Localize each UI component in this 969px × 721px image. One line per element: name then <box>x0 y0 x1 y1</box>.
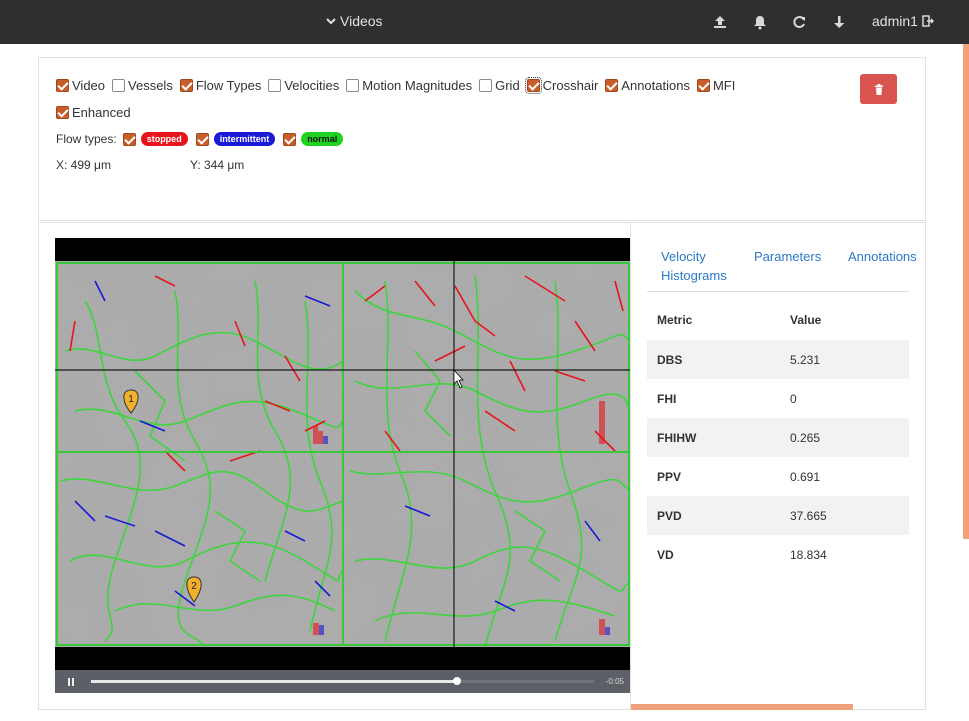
checkbox-box <box>696 79 710 92</box>
metrics-table: Metric Value DBS 5.231 FHI 0 FHIHW 0.265 PP… <box>647 300 909 574</box>
seek-bar[interactable] <box>91 677 594 685</box>
normal-checkbox[interactable] <box>283 132 297 146</box>
metric-value: 37.665 <box>780 496 909 535</box>
vessel-overlay: 1 2 <box>55 261 631 647</box>
checkbox-label: Flow Types <box>195 78 262 93</box>
metrics-panel: Velocity Histograms Parameters Annotatio… <box>630 222 926 710</box>
checkbox-box <box>605 79 619 92</box>
enhanced-checkbox[interactable]: Enhanced <box>56 105 131 120</box>
video-checkbox[interactable]: Video <box>56 78 105 93</box>
refresh-icon[interactable] <box>791 14 807 30</box>
table-row: PPV 0.691 <box>647 457 909 496</box>
user-menu[interactable]: admin1 <box>872 13 934 29</box>
videos-menu-label: Videos <box>340 13 383 29</box>
crosshair-checkbox[interactable]: Crosshair <box>524 77 599 94</box>
checkbox-box <box>179 79 193 92</box>
horizontal-scrollbar[interactable] <box>631 704 853 710</box>
delete-button[interactable] <box>860 74 897 104</box>
pause-icon[interactable] <box>65 676 77 688</box>
velocities-checkbox[interactable]: Velocities <box>268 78 339 93</box>
metric-name: PPV <box>657 469 682 484</box>
video-controls: -0:05 <box>55 670 631 693</box>
checkbox-box <box>346 79 360 92</box>
metric-value: 18.834 <box>790 547 827 562</box>
metric-name: PVD <box>647 496 780 535</box>
tab-annotations[interactable]: Annotations <box>848 247 917 266</box>
table-row: VD 18.834 <box>647 535 909 574</box>
checkbox-label: Grid <box>495 78 520 93</box>
flow-types-filter: Flow types: stopped intermittent normal <box>56 132 351 146</box>
intermittent-badge: intermittent <box>213 132 276 146</box>
bell-icon[interactable] <box>752 14 768 30</box>
stopped-checkbox[interactable] <box>122 132 136 146</box>
seek-knob[interactable] <box>452 677 461 685</box>
video-player[interactable]: 1 2 -0:05 <box>55 238 631 693</box>
intermittent-checkbox[interactable] <box>195 132 209 146</box>
metric-value: 5.231 <box>780 340 909 379</box>
tabs-divider <box>647 291 909 292</box>
upload-icon[interactable] <box>712 14 728 30</box>
metric-name: FHIHW <box>647 418 780 457</box>
x-coordinate: X: 499 μm <box>56 158 111 172</box>
table-row: FHIHW 0.265 <box>647 418 909 457</box>
stopped-badge: stopped <box>140 132 188 146</box>
username: admin1 <box>872 13 918 29</box>
checkbox-label: Vessels <box>128 78 173 93</box>
logout-icon[interactable] <box>922 15 934 27</box>
checkbox-box <box>56 79 69 92</box>
checkbox-label: MFI <box>712 78 736 93</box>
table-row: FHI 0 <box>647 379 909 418</box>
column-header-value: Value <box>790 313 822 327</box>
enhanced-row: Enhanced <box>56 105 138 120</box>
layer-checkbox-row: Video Vessels Flow Types Velocities Moti… <box>56 77 742 94</box>
checkbox-box <box>112 79 126 92</box>
table-header-row: Metric Value <box>647 300 909 340</box>
checkbox-box <box>56 106 69 119</box>
metric-value: 0.265 <box>780 418 909 457</box>
metric-value: 0.691 <box>790 469 821 484</box>
tab-velocity-histograms[interactable]: Velocity Histograms <box>661 247 751 285</box>
page-scrollbar[interactable] <box>963 44 969 539</box>
top-navbar: Videos admin1 <box>0 0 969 44</box>
display-options-panel: Video Vessels Flow Types Velocities Moti… <box>38 57 926 221</box>
normal-badge: normal <box>301 132 344 146</box>
flow-types-checkbox[interactable]: Flow Types <box>179 78 262 93</box>
checkbox-box <box>479 79 493 92</box>
checkbox-label: Motion Magnitudes <box>362 78 473 93</box>
tab-parameters[interactable]: Parameters <box>754 247 821 266</box>
checkbox-label: Enhanced <box>72 105 131 120</box>
video-panel: 1 2 -0:05 <box>38 222 631 710</box>
mfi-checkbox[interactable]: MFI <box>696 78 736 93</box>
table-row: PVD 37.665 <box>647 496 909 535</box>
microcirculation-video-frame[interactable]: 1 2 <box>55 261 631 647</box>
arrow-down-icon[interactable] <box>831 14 847 30</box>
checkbox-box <box>268 79 282 92</box>
checkbox-label: Annotations <box>621 78 690 93</box>
seek-bar-progress <box>91 680 457 683</box>
marker-label: 2 <box>191 581 197 592</box>
metric-name: DBS <box>647 340 780 379</box>
chevron-down-icon <box>326 18 336 25</box>
checkbox-box <box>524 77 542 94</box>
flow-types-label: Flow types: <box>56 132 117 146</box>
time-remaining: -0:05 <box>605 677 624 686</box>
trash-icon <box>874 83 883 95</box>
column-header-metric: Metric <box>657 313 693 327</box>
table-row: DBS 5.231 <box>647 340 909 379</box>
marker-label: 1 <box>128 394 134 405</box>
grid-checkbox[interactable]: Grid <box>479 78 520 93</box>
metric-name: VD <box>657 547 674 562</box>
checkbox-label: Video <box>72 78 106 93</box>
y-coordinate: Y: 344 μm <box>190 158 245 172</box>
checkbox-label: Crosshair <box>542 78 599 93</box>
metric-value: 0 <box>790 391 797 406</box>
metric-name: FHI <box>657 391 677 406</box>
checkbox-label: Velocities <box>284 78 340 93</box>
annotations-checkbox[interactable]: Annotations <box>605 78 690 93</box>
vessels-checkbox[interactable]: Vessels <box>112 78 173 93</box>
videos-menu[interactable]: Videos <box>326 13 383 29</box>
motion-magnitudes-checkbox[interactable]: Motion Magnitudes <box>346 78 472 93</box>
